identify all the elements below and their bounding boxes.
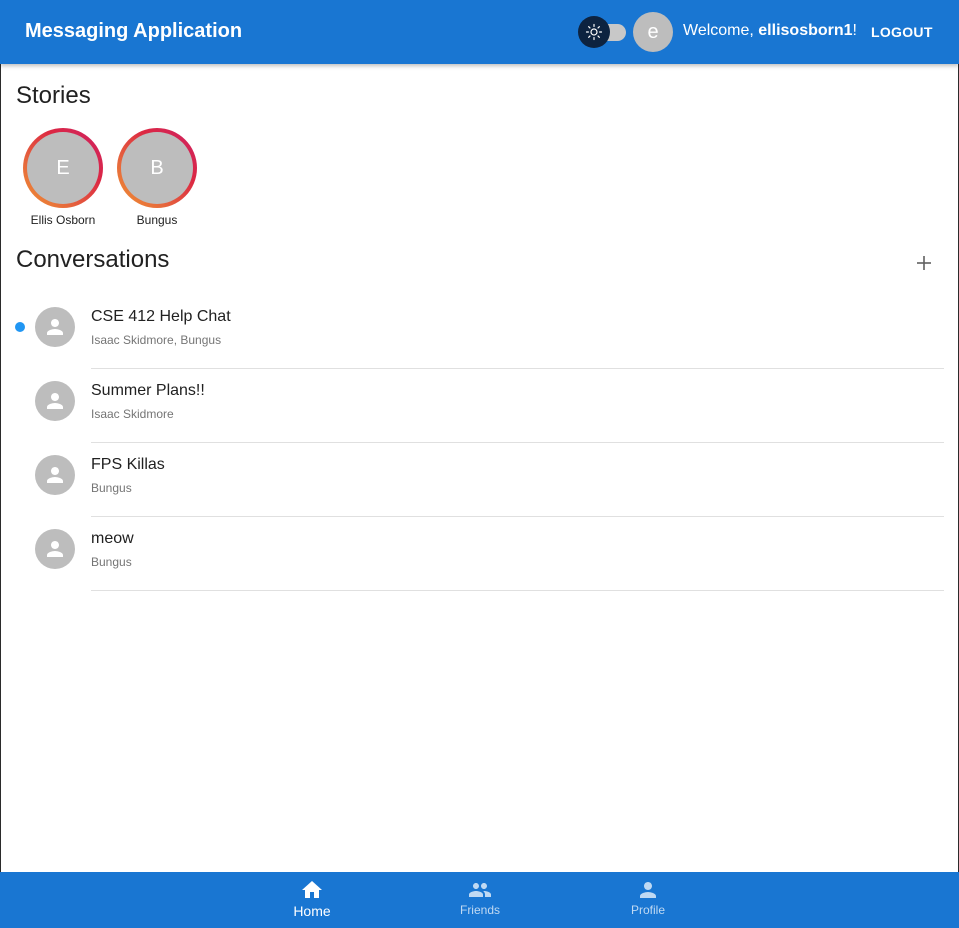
conversation-item[interactable]: FPS Killas Bungus: [0, 443, 959, 517]
conversation-name: CSE 412 Help Chat: [91, 308, 231, 325]
bottom-navigation: Home Friends Profile: [0, 872, 959, 928]
toggle-thumb[interactable]: [578, 16, 610, 48]
conversation-avatar: [35, 455, 75, 495]
nav-friends[interactable]: Friends: [430, 872, 530, 928]
conversation-members: Bungus: [91, 481, 132, 495]
person-icon: [47, 541, 63, 557]
conversation-item[interactable]: meow Bungus: [0, 517, 959, 591]
nav-home[interactable]: Home: [262, 872, 362, 928]
conversation-item[interactable]: CSE 412 Help Chat Isaac Skidmore, Bungus: [0, 295, 959, 369]
user-avatar[interactable]: e: [633, 12, 673, 52]
person-icon: [47, 467, 63, 483]
conversation-name: FPS Killas: [91, 456, 165, 473]
theme-toggle[interactable]: [578, 16, 628, 48]
plus-icon: [917, 256, 931, 270]
nav-label: Home: [293, 903, 331, 919]
welcome-text: Welcome, ellisosborn1!: [683, 22, 857, 40]
sun-icon: [585, 23, 603, 41]
logout-button[interactable]: LOGOUT: [862, 18, 942, 46]
people-icon: [469, 883, 491, 897]
app-bar: Messaging Application e Welcome, ellisos…: [0, 0, 959, 64]
story-ring[interactable]: B: [117, 128, 197, 208]
app-title: Messaging Application: [25, 20, 243, 42]
unread-indicator: [15, 322, 25, 332]
conversations-title: Conversations: [16, 246, 170, 273]
story-name: Ellis Osborn: [30, 213, 96, 227]
username: ellisosborn1: [758, 22, 853, 39]
story-item[interactable]: E Ellis Osborn: [18, 128, 108, 227]
conversation-avatar: [35, 381, 75, 421]
home-icon: [302, 881, 322, 898]
conversation-name: Summer Plans!!: [91, 382, 205, 399]
story-avatar[interactable]: E: [27, 132, 99, 204]
welcome-prefix: Welcome,: [683, 22, 759, 39]
conversation-name: meow: [91, 530, 134, 547]
conversation-avatar: [35, 529, 75, 569]
divider: [91, 590, 944, 591]
conversation-members: Isaac Skidmore, Bungus: [91, 333, 222, 347]
conversation-members: Isaac Skidmore: [91, 407, 174, 421]
person-icon: [47, 319, 63, 335]
add-conversation-button[interactable]: [910, 249, 938, 277]
stories-title: Stories: [16, 82, 91, 109]
person-icon: [47, 393, 63, 409]
nav-label: Friends: [459, 903, 500, 917]
story-name: Bungus: [136, 213, 178, 227]
nav-label: Profile: [630, 903, 665, 917]
conversation-avatar: [35, 307, 75, 347]
welcome-suffix: !: [852, 22, 857, 39]
conversation-item[interactable]: Summer Plans!! Isaac Skidmore: [0, 369, 959, 443]
person-icon: [640, 882, 656, 898]
conversation-members: Bungus: [91, 555, 132, 569]
story-item[interactable]: B Bungus: [112, 128, 202, 227]
nav-profile[interactable]: Profile: [598, 872, 698, 928]
story-ring[interactable]: E: [23, 128, 103, 208]
story-avatar[interactable]: B: [121, 132, 193, 204]
